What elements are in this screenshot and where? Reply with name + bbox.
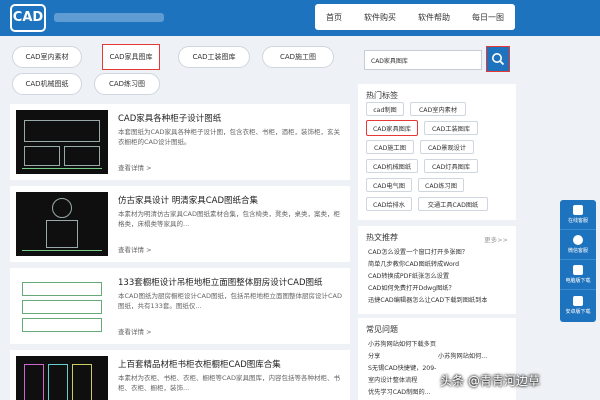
main-nav: 首页 软件购买 软件帮助 每日一图 xyxy=(315,4,515,30)
hot-article-link[interactable]: 迅捷CAD编辑器怎么让CAD下载到图纸到本 xyxy=(368,295,487,304)
search-icon xyxy=(492,53,505,66)
cad-thumbnail xyxy=(16,110,108,174)
view-details-link[interactable]: 查看详情 > xyxy=(118,244,152,254)
watermark: 头条 @青青河边草 xyxy=(440,374,540,388)
category-tag-highlighted[interactable]: CAD家具图库 xyxy=(102,44,160,70)
search-area: CAD家具图库 xyxy=(358,46,510,74)
faq-link[interactable]: 室内设计整体流程 xyxy=(368,375,418,384)
site-header: CAD 首页 软件购买 软件帮助 每日一图 xyxy=(0,0,600,36)
cad-thumbnail xyxy=(16,192,108,256)
nav-buy[interactable]: 软件购买 xyxy=(364,12,396,23)
panel-title: 热文推荐 xyxy=(366,233,398,242)
item-desc: 本CAD图纸为厨房橱柜设计CAD图纸，包括吊柜地柜立面图整体厨房设计CAD图纸，… xyxy=(118,292,342,310)
hot-tag[interactable]: CAD室内素材 xyxy=(410,102,466,116)
blurred-site-name xyxy=(54,13,164,22)
nav-home[interactable]: 首页 xyxy=(326,12,342,23)
view-details-link[interactable]: 查看详情 > xyxy=(118,162,152,172)
hot-tag[interactable]: CAD施工图 xyxy=(366,140,414,154)
list-item[interactable]: 上百套精品材柜书柜衣柜橱柜CAD图库合集 本素材为衣柜、书柜、衣柜、橱柜等CAD… xyxy=(10,350,350,400)
hot-tag[interactable]: CAD电气图 xyxy=(366,178,412,192)
item-desc: 本素材为衣柜、书柜、衣柜、橱柜等CAD家具图库，内容包括等各种材柜、书柜、衣柜、… xyxy=(118,374,340,392)
item-title[interactable]: 仿古家具设计 明清家具CAD图纸合集 xyxy=(118,194,258,206)
hot-article-link[interactable]: CAD如何免费打开Ddwg图纸？ xyxy=(368,283,455,292)
search-button[interactable] xyxy=(486,46,510,72)
nav-daily[interactable]: 每日一图 xyxy=(472,12,504,23)
hot-article-link[interactable]: 简单几步教你CAD图纸转成Word xyxy=(368,259,459,268)
hot-tag[interactable]: CAD灯具图库 xyxy=(424,159,478,173)
hot-tag[interactable]: cad制图 xyxy=(366,102,404,116)
hot-tag[interactable]: CAD给排水 xyxy=(366,197,412,211)
category-tag[interactable]: CAD练习图 xyxy=(94,73,160,95)
cad-thumbnail xyxy=(16,274,108,338)
nav-help[interactable]: 软件帮助 xyxy=(418,12,450,23)
item-desc: 本素材为明清仿古家具CAD图纸素材合集，包含椅类，凳类，桌类，案类，柜格类，床榻… xyxy=(118,210,340,228)
hot-tag[interactable]: CAD机械图纸 xyxy=(366,159,418,173)
list-item[interactable]: 133套橱柜设计吊柜地柜立面图整体厨房设计CAD图纸 本CAD图纸为厨房橱柜设计… xyxy=(10,268,350,344)
item-title[interactable]: 133套橱柜设计吊柜地柜立面图整体厨房设计CAD图纸 xyxy=(118,276,323,288)
online-service-button[interactable]: 在线客服 xyxy=(560,200,596,230)
faq-link[interactable]: 小苏狗网站如何下载多页 xyxy=(368,339,436,348)
hot-tag[interactable]: CAD工装图库 xyxy=(424,121,478,135)
panel-title: 常见问题 xyxy=(366,325,398,334)
hot-article-link[interactable]: CAD转换成PDF纸张怎么设置 xyxy=(368,271,449,280)
category-tag[interactable]: CAD工装图库 xyxy=(178,46,250,68)
chat-icon xyxy=(573,205,583,215)
view-details-link[interactable]: 查看详情 > xyxy=(118,326,152,336)
category-tag[interactable]: CAD机械图纸 xyxy=(12,73,82,95)
more-link[interactable]: 更多>> xyxy=(484,234,508,244)
android-download-button[interactable]: 安卓版下载 xyxy=(560,290,596,320)
wechat-service-button[interactable]: 微信客服 xyxy=(560,230,596,260)
site-logo[interactable]: CAD xyxy=(10,4,46,32)
pc-download-button[interactable]: 电脑版下载 xyxy=(560,260,596,290)
hot-tags-panel: 热门标签 cad制图 CAD室内素材 CAD家具图库 CAD工装图库 CAD施工… xyxy=(358,84,516,220)
faq-link[interactable]: 优先学习CAD制图的... xyxy=(368,387,431,396)
item-title[interactable]: 上百套精品材柜书柜衣柜橱柜CAD图库合集 xyxy=(118,358,281,370)
faq-link[interactable]: S无锡CAD快捷键，209- xyxy=(368,363,436,372)
wechat-icon xyxy=(573,235,583,245)
faq-link[interactable]: 小苏狗网站如何... xyxy=(438,351,487,360)
hot-tag[interactable]: 交通工具CAD图纸 xyxy=(418,197,488,211)
item-desc: 本套图纸为CAD家具各种柜子设计图，包含衣柜、书柜，酒柜，装饰柜，玄关衣橱柜的C… xyxy=(118,128,340,146)
download-icon xyxy=(573,265,583,275)
search-input[interactable]: CAD家具图库 xyxy=(364,50,482,70)
category-tag[interactable]: CAD施工图 xyxy=(262,46,334,68)
faq-link[interactable]: 分享 xyxy=(368,351,380,360)
download-icon xyxy=(573,295,583,306)
hot-tag[interactable]: CAD景观设计 xyxy=(420,140,474,154)
cad-thumbnail xyxy=(16,356,108,400)
panel-title: 热门标签 xyxy=(366,91,398,100)
hot-tag-highlighted[interactable]: CAD家具图库 xyxy=(366,120,418,136)
item-title[interactable]: CAD家具各种柜子设计图纸 xyxy=(118,112,221,124)
category-tag[interactable]: CAD室内素材 xyxy=(12,46,82,68)
list-item[interactable]: CAD家具各种柜子设计图纸 本套图纸为CAD家具各种柜子设计图，包含衣柜、书柜，… xyxy=(10,104,350,180)
hot-articles-panel: 热文推荐 更多>> CAD怎么设置一个窗口打开多张图？ 简单几步教你CAD图纸转… xyxy=(358,226,516,314)
hot-tag[interactable]: CAD练习图 xyxy=(418,178,464,192)
list-item[interactable]: 仿古家具设计 明清家具CAD图纸合集 本素材为明清仿古家具CAD图纸素材合集，包… xyxy=(10,186,350,262)
hot-article-link[interactable]: CAD怎么设置一个窗口打开多张图？ xyxy=(368,247,468,256)
floating-service-bar: 在线客服 微信客服 电脑版下载 安卓版下载 xyxy=(560,200,596,322)
